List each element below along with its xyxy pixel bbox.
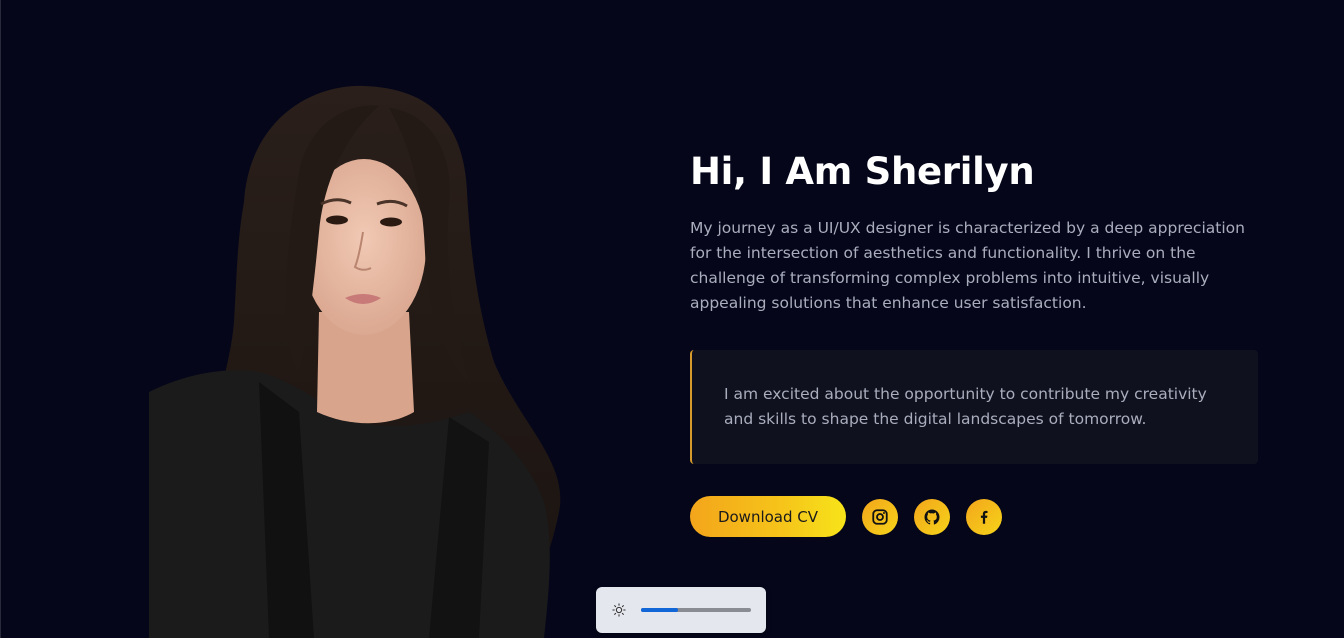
hero-title: Hi, I Am Sherilyn (690, 150, 1035, 193)
sun-icon (612, 603, 626, 617)
quote-text: I am excited about the opportunity to co… (724, 385, 1207, 428)
instagram-icon (872, 508, 888, 525)
instagram-link[interactable] (862, 498, 898, 535)
quote-box: I am excited about the opportunity to co… (690, 350, 1258, 464)
hero-section: Hi, I Am Sherilyn My journey as a UI/UX … (690, 148, 1270, 537)
brightness-slider[interactable] (641, 608, 751, 612)
github-icon (924, 509, 940, 525)
facebook-link[interactable] (966, 498, 1002, 535)
hero-actions: Download CV (690, 496, 1270, 537)
hero-bio: My journey as a UI/UX designer is charac… (690, 219, 1245, 312)
github-link[interactable] (914, 498, 950, 535)
download-cv-button[interactable]: Download CV (690, 496, 846, 537)
portfolio-page: Hi, I Am Sherilyn My journey as a UI/UX … (0, 0, 1344, 638)
brightness-slider-fill (641, 608, 679, 612)
facebook-icon (980, 510, 988, 524)
brightness-widget (596, 587, 766, 633)
profile-portrait (149, 82, 579, 638)
